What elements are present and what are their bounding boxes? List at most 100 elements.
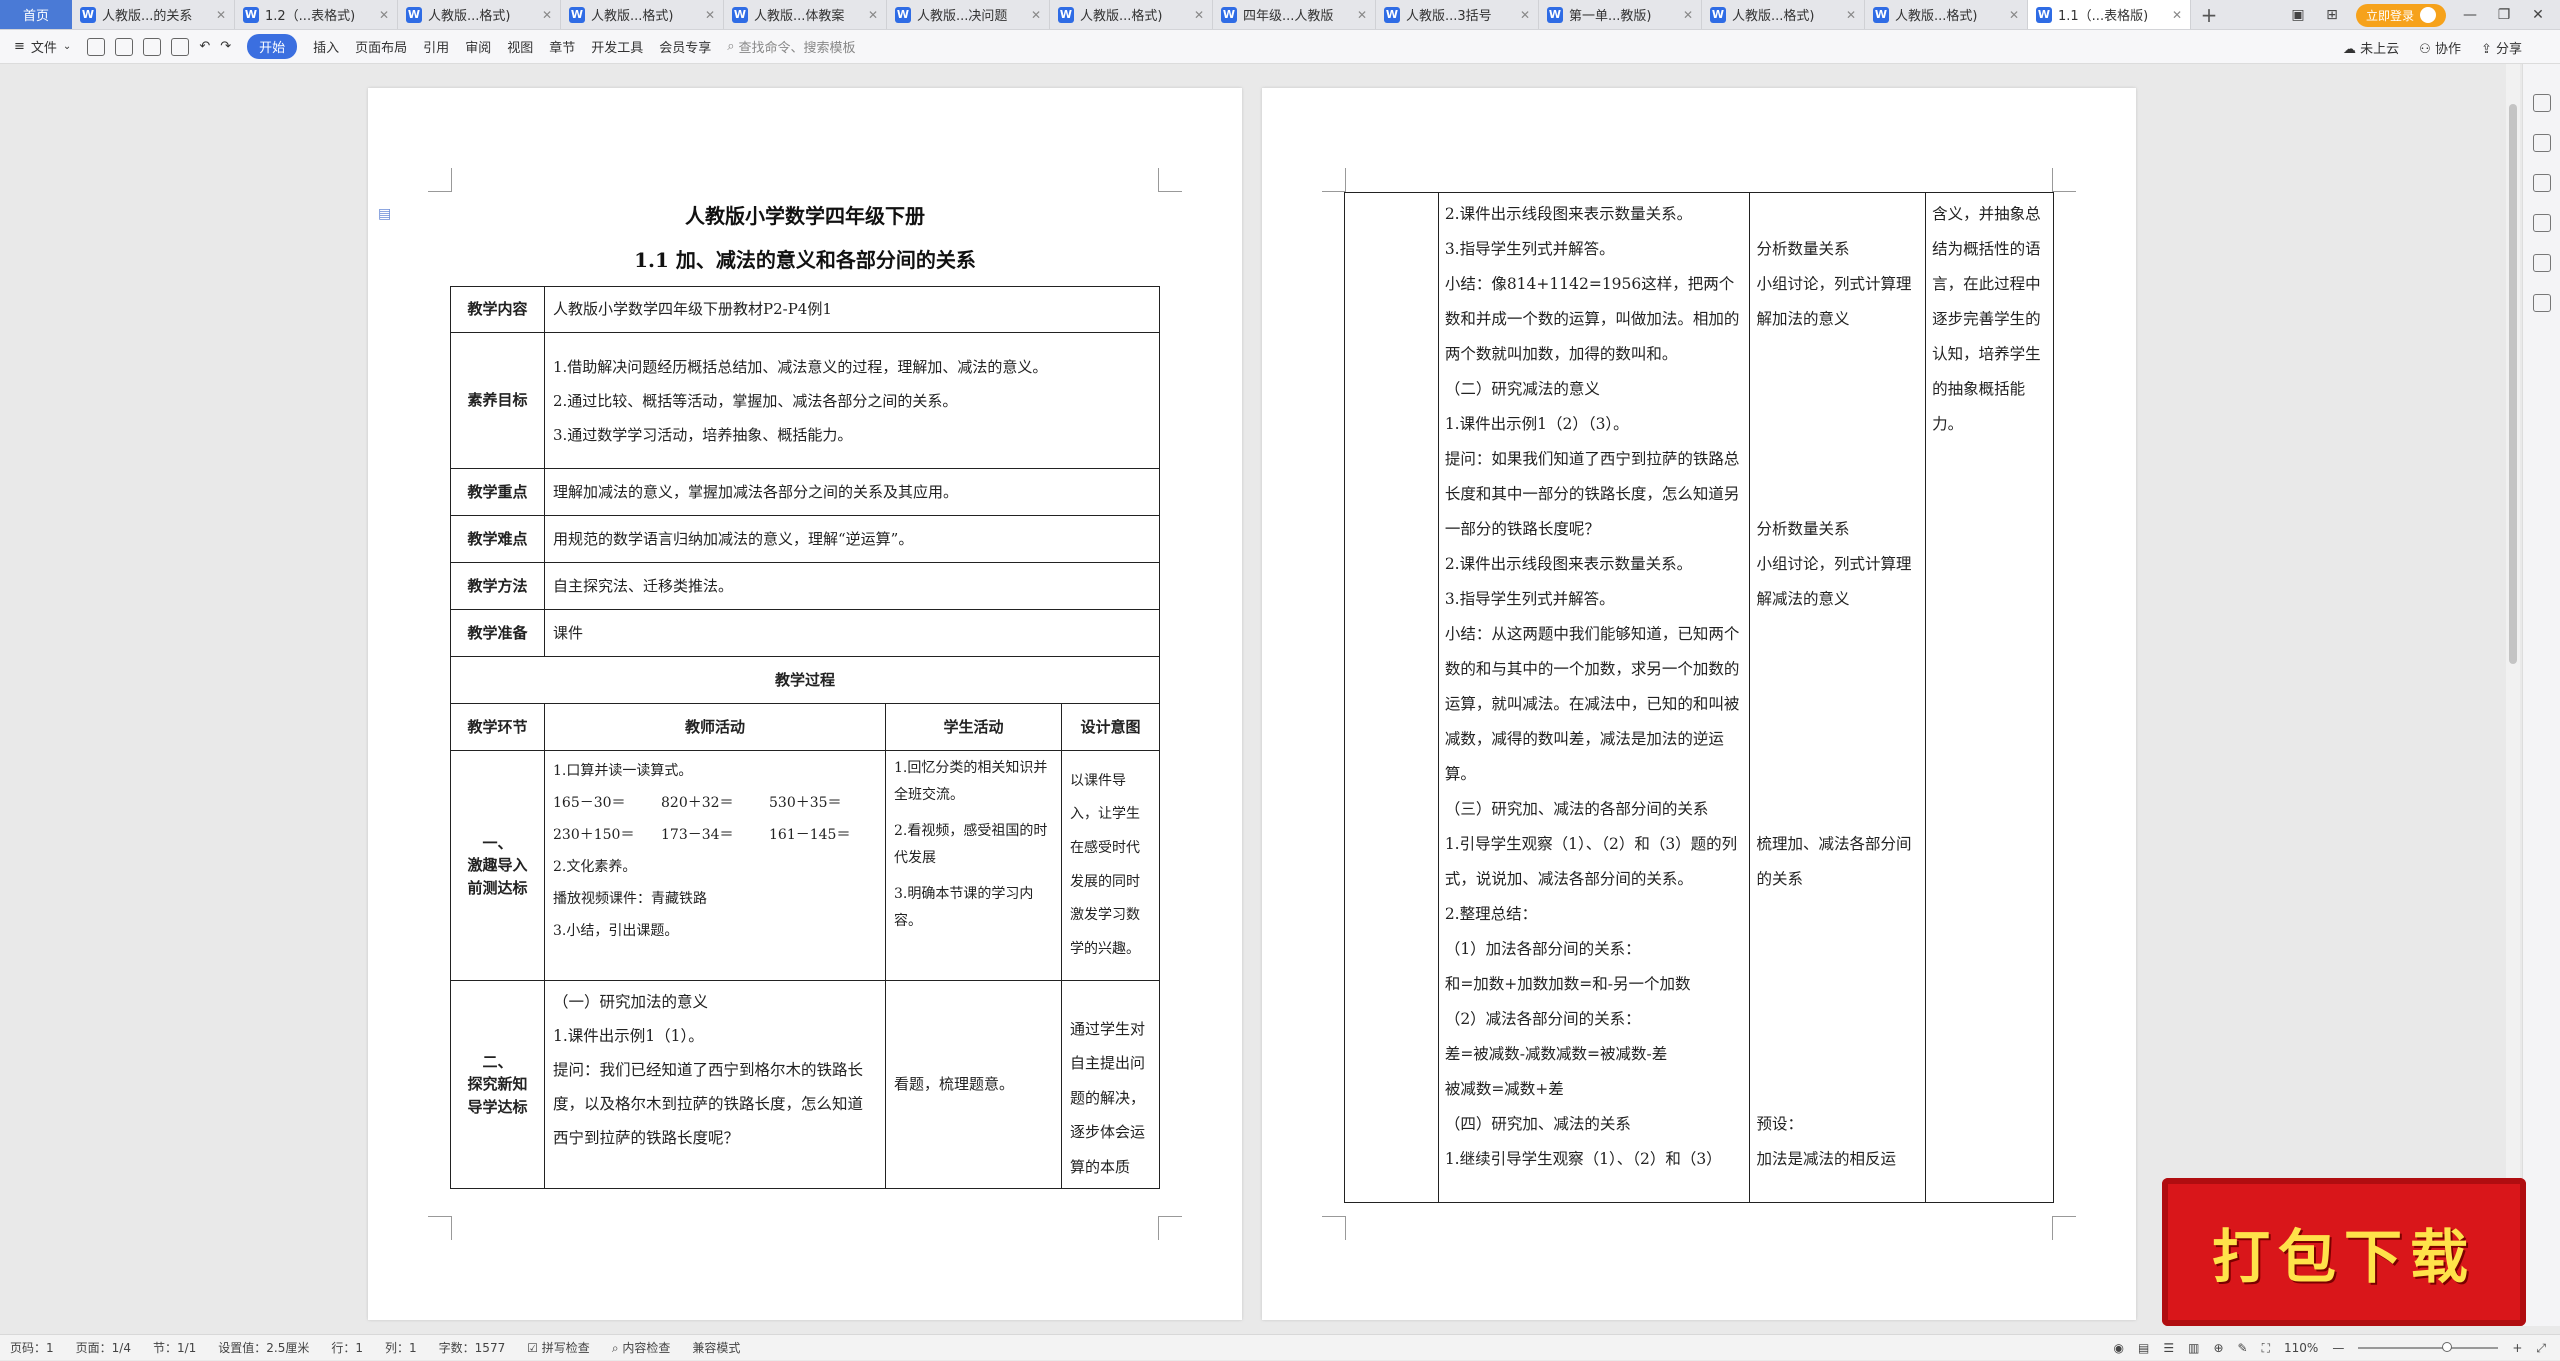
doc-tab[interactable]: W 1.1（...表格版) ✕ [2028,0,2191,29]
export-pdf-icon[interactable] [115,37,134,56]
doc-tab[interactable]: W 人教版...格式) ✕ [1865,0,2028,29]
status-col[interactable]: 列：1 [385,1339,417,1356]
doc-tab[interactable]: W 人教版...3括号 ✕ [1376,0,1539,29]
status-words[interactable]: 字数：1577 [439,1339,506,1356]
preview-icon[interactable] [171,37,190,56]
restore-icon[interactable]: ❐ [2494,7,2514,23]
doc-tab[interactable]: W 人教版...格式) ✕ [561,0,724,29]
save-icon[interactable] [87,37,106,56]
close-tab-icon[interactable]: ✕ [542,8,552,22]
zoom-slider-knob[interactable] [2441,1342,2452,1352]
student-cell[interactable]: 分析数量关系 小组讨论，列式计算理解加法的意义 分析数量关系 小组讨论，列式计算… [1749,192,1927,1203]
doc-tab[interactable]: W 人教版...的关系 ✕ [72,0,235,29]
doc-tab[interactable]: W 人教版...决问题 ✕ [887,0,1050,29]
stage2-student[interactable]: 看题，梳理题意。 [885,980,1062,1189]
zoom-slider[interactable] [2358,1342,2499,1352]
prep-value[interactable]: 课件 [544,609,1160,657]
method-value[interactable]: 自主探究法、迁移类推法。 [544,562,1160,610]
lesson-table-continued[interactable]: 2.课件出示线段图来表示数量关系。 3.指导学生列式并解答。 小结：像814+1… [1344,192,2054,1203]
web-view-icon[interactable]: ⊕ [2213,1341,2223,1355]
layout-icon[interactable]: ▣ [2288,7,2308,23]
doc-tab[interactable]: W 第一单...教版) ✕ [1539,0,1702,29]
close-tab-icon[interactable]: ✕ [1357,8,1367,22]
status-pages[interactable]: 页面：1/4 [76,1339,131,1356]
content-value[interactable]: 人教版小学数学四年级下册教材P2-P4例1 [544,286,1160,333]
close-tab-icon[interactable]: ✕ [2009,8,2019,22]
status-section[interactable]: 节：1/1 [153,1339,196,1356]
close-tab-icon[interactable]: ✕ [379,8,389,22]
cloud-status[interactable]: ☁ 未上云 [2343,38,2399,57]
stage1-intent[interactable]: 以课件导入，让学生在感受时代发展的同时激发学习数学的兴趣。 [1061,750,1160,981]
difficulty-value[interactable]: 用规范的数学语言归纳加减法的意义，理解“逆运算”。 [544,515,1160,563]
close-tab-icon[interactable]: ✕ [1031,8,1041,22]
settings-slider-icon[interactable] [2532,174,2551,192]
file-menu[interactable]: ≡ 文件 ⌄ [14,37,71,56]
close-tab-icon[interactable]: ✕ [1194,8,1204,22]
key-value[interactable]: 理解加减法的意义，掌握加减法各部分之间的关系及其应用。 [544,468,1160,516]
status-page[interactable]: 页码：1 [10,1339,54,1356]
doc-tab[interactable]: W 1.2（...表格式) ✕ [235,0,398,29]
doc-tab[interactable]: W 四年级...人教版 ✕ [1213,0,1376,29]
download-banner[interactable]: 打包下载 [2162,1178,2526,1326]
zoom-level[interactable]: 110% [2284,1341,2318,1355]
pen-icon[interactable]: ✎ [2238,1341,2248,1355]
doc-tab[interactable]: W 人教版...格式) ✕ [1702,0,1865,29]
pen-icon[interactable] [2532,94,2551,112]
doc-tab[interactable]: W 人教版...格式) ✕ [1050,0,1213,29]
login-button[interactable]: 立即登录 [2355,3,2446,27]
command-search[interactable]: ⌕ 查找命令、搜索模板 [727,37,855,56]
lesson-table[interactable]: 教学内容 人教版小学数学四年级下册教材P2-P4例1 素养目标 1.借助解决问题… [450,286,1160,1189]
stage1-teacher[interactable]: 1.口算并读一读算式。 165－30＝ 820＋32＝ 530＋35＝ 230＋… [544,750,886,981]
close-icon[interactable]: ✕ [2528,7,2548,23]
collab-button[interactable]: ⚇ 协作 [2419,38,2461,57]
goal-cell[interactable]: 1.借助解决问题经历概括总结加、减法意义的过程，理解加、减法的意义。 2.通过比… [544,332,1160,469]
read-view-icon[interactable]: ▥ [2188,1341,2199,1355]
menu-member[interactable]: 会员专享 [659,37,711,56]
location-icon[interactable] [2532,254,2551,272]
stage2-intent[interactable]: 通过学生对自主提出问题的解决，逐步体会运算的本质 [1061,980,1160,1189]
minimize-icon[interactable]: — [2460,7,2480,23]
intent-cell[interactable]: 含义，并抽象总结为概括性的语言，在此过程中逐步完善学生的认知，培养学生的抽象概括… [1925,192,2054,1203]
close-tab-icon[interactable]: ✕ [1846,8,1856,22]
doc-subtitle[interactable]: 1.1 加、减法的意义和各部分间的关系 [368,244,1242,273]
print-icon[interactable] [143,37,162,56]
doc-title[interactable]: 人教版小学数学四年级下册 [368,200,1242,229]
image-icon[interactable] [2532,214,2551,232]
teacher-cell[interactable]: 2.课件出示线段图来表示数量关系。 3.指导学生列式并解答。 小结：像814+1… [1437,192,1751,1203]
menu-section[interactable]: 章节 [549,37,575,56]
outline-view-icon[interactable]: ☰ [2163,1341,2174,1355]
close-tab-icon[interactable]: ✕ [1520,8,1530,22]
tab-home[interactable]: 首页 [0,0,72,29]
eye-icon[interactable]: ◉ [2114,1341,2124,1355]
share-button[interactable]: ⇪ 分享 [2481,38,2522,57]
select-icon[interactable] [2532,134,2551,152]
content-check[interactable]: ⌕ 内容检查 [612,1339,671,1356]
close-tab-icon[interactable]: ✕ [1683,8,1693,22]
spell-check[interactable]: ☑ 拼写检查 [527,1339,590,1356]
apps-grid-icon[interactable]: ⊞ [2322,7,2342,23]
menu-layout[interactable]: 页面布局 [355,37,407,56]
menu-review[interactable]: 审阅 [465,37,491,56]
menu-insert[interactable]: 插入 [313,37,339,56]
status-row[interactable]: 行：1 [331,1339,363,1356]
doc-tab[interactable]: W 人教版...体教案 ✕ [724,0,887,29]
close-tab-icon[interactable]: ✕ [705,8,715,22]
close-tab-icon[interactable]: ✕ [216,8,226,22]
redo-icon[interactable]: ↷ [220,39,231,54]
close-tab-icon[interactable]: ✕ [868,8,878,22]
vertical-scrollbar[interactable] [2506,64,2520,1326]
menu-view[interactable]: 视图 [507,37,533,56]
book-icon[interactable] [2532,294,2551,312]
stage2-teacher[interactable]: （一）研究加法的意义 1.课件出示例1（1）。 提问：我们已经知道了西宁到格尔木… [544,980,886,1189]
stage1-student[interactable]: 1.回忆分类的相关知识并全班交流。 2.看视频，感受祖国的时代发展 3.明确本节… [885,750,1062,981]
zoom-in-button[interactable]: + [2512,1341,2522,1355]
status-setting[interactable]: 设置值：2.5厘米 [218,1339,309,1356]
page-view-icon[interactable]: ▤ [2138,1341,2149,1355]
zoom-out-button[interactable]: — [2332,1341,2344,1355]
undo-icon[interactable]: ↶ [199,39,210,54]
tab-start[interactable]: 开始 [247,34,298,59]
menu-developer[interactable]: 开发工具 [591,37,643,56]
menu-reference[interactable]: 引用 [423,37,449,56]
doc-tab[interactable]: W 人教版...格式) ✕ [398,0,561,29]
close-tab-icon[interactable]: ✕ [2172,8,2182,22]
